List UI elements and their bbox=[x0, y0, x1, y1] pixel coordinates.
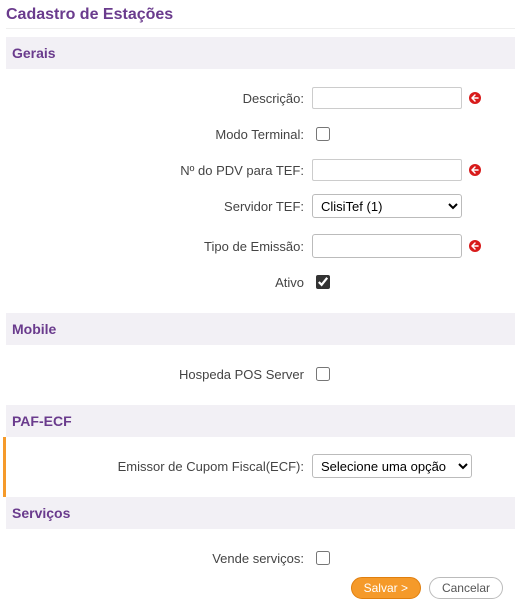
descricao-input[interactable] bbox=[312, 87, 462, 109]
vende-checkbox[interactable] bbox=[316, 551, 330, 565]
tipo-emissao-select[interactable]: PAF-ECF bbox=[312, 234, 462, 258]
hospeda-checkbox[interactable] bbox=[316, 367, 330, 381]
emissor-select[interactable]: Selecione uma opção bbox=[312, 454, 472, 478]
page-title: Cadastro de Estações bbox=[6, 6, 515, 29]
emissor-label: Emissor de Cupom Fiscal(ECF): bbox=[12, 459, 312, 474]
modo-terminal-checkbox[interactable] bbox=[316, 127, 330, 141]
modo-terminal-label: Modo Terminal: bbox=[12, 127, 312, 142]
ativo-label: Ativo bbox=[12, 275, 312, 290]
num-pdv-input[interactable] bbox=[312, 159, 462, 181]
section-body-mobile: Hospeda POS Server bbox=[6, 345, 515, 405]
ativo-checkbox[interactable] bbox=[316, 275, 330, 289]
section-body-gerais: Descrição: Modo Terminal: Nº do PDV para… bbox=[6, 69, 515, 313]
required-icon bbox=[468, 91, 482, 105]
section-header-paf-ecf: PAF-ECF bbox=[6, 405, 515, 437]
cancel-button[interactable]: Cancelar bbox=[429, 577, 503, 599]
num-pdv-label: Nº do PDV para TEF: bbox=[12, 163, 312, 178]
section-header-mobile: Mobile bbox=[6, 313, 515, 345]
tipo-emissao-label: Tipo de Emissão: bbox=[12, 239, 312, 254]
required-icon bbox=[468, 239, 482, 253]
section-header-servicos: Serviços bbox=[6, 497, 515, 529]
servidor-tef-select[interactable]: ClisiTef (1) bbox=[312, 194, 462, 218]
section-body-servicos: Vende serviços: Salvar > Cancelar bbox=[6, 529, 515, 609]
hospeda-label: Hospeda POS Server bbox=[12, 367, 312, 382]
section-body-paf-ecf: Emissor de Cupom Fiscal(ECF): Selecione … bbox=[3, 437, 515, 497]
save-button[interactable]: Salvar > bbox=[351, 577, 421, 599]
section-header-gerais: Gerais bbox=[6, 37, 515, 69]
vende-label: Vende serviços: bbox=[12, 551, 312, 566]
servidor-tef-label: Servidor TEF: bbox=[12, 199, 312, 214]
required-icon bbox=[468, 163, 482, 177]
descricao-label: Descrição: bbox=[12, 91, 312, 106]
